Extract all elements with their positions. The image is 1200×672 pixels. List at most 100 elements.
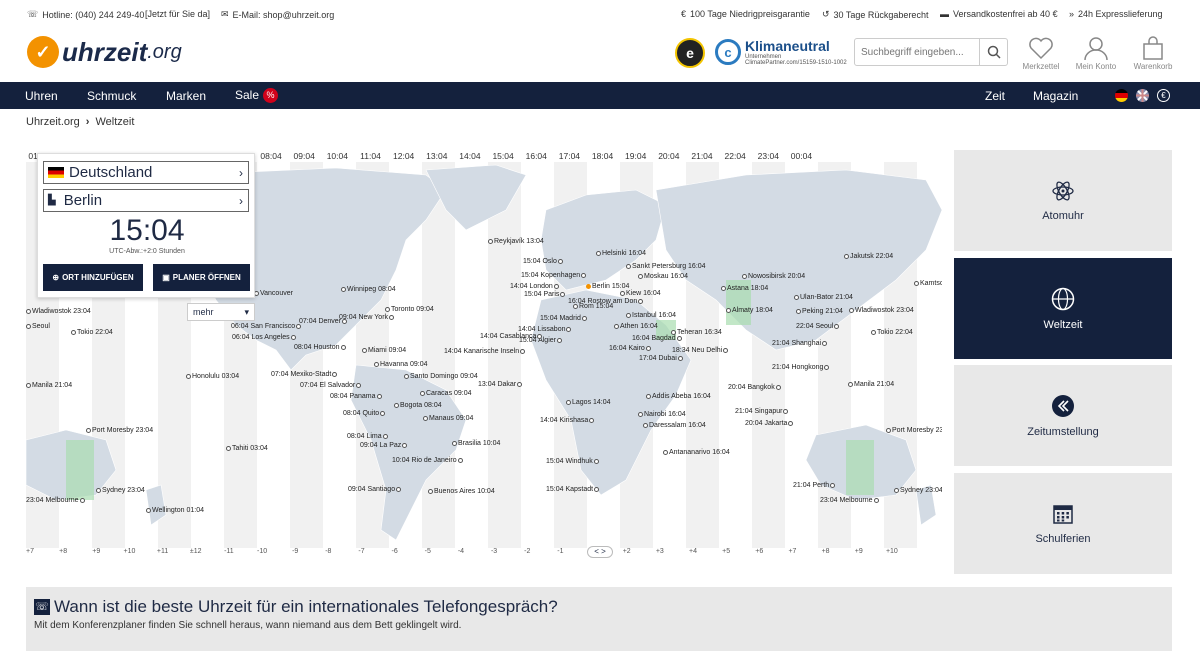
city-marker[interactable]: Sydney 23:04 — [96, 487, 145, 494]
nav-schmuck[interactable]: Schmuck — [87, 89, 136, 103]
city-marker[interactable]: 09:04 Santiago — [348, 486, 402, 493]
hotline[interactable]: ☏ Hotline: (040) 244 249-40 — [27, 9, 144, 20]
map-scroll-arrows[interactable]: < > — [587, 546, 613, 558]
city-marker[interactable]: Wladiwostok 23:04 — [849, 307, 914, 314]
city-marker[interactable]: Peking 21:04 — [796, 308, 843, 315]
city-marker[interactable]: 09:04 New York — [339, 314, 395, 321]
country-select[interactable]: Deutschland › — [43, 161, 249, 184]
nav-uhren[interactable]: Uhren — [25, 89, 58, 103]
city-marker[interactable]: 18:34 Neu Delhi — [672, 347, 729, 354]
city-marker[interactable]: Daressalam 16:04 — [643, 422, 706, 429]
city-marker[interactable]: 15:04 Oslo — [523, 258, 563, 265]
nav-zeit[interactable]: Zeit — [985, 89, 1005, 103]
city-marker[interactable]: 14:04 London — [510, 283, 559, 290]
city-marker[interactable]: Vancouver — [254, 290, 293, 297]
city-marker[interactable]: 21:04 Hongkong — [772, 364, 830, 371]
city-marker[interactable]: Athen 16:04 — [614, 323, 658, 330]
city-marker[interactable]: Miami 09:04 — [362, 347, 406, 354]
city-marker[interactable]: Berlin 15:04 — [586, 283, 629, 290]
city-marker[interactable]: Wladiwostok 23:04 — [26, 308, 91, 315]
city-marker[interactable]: 15:04 Madrid — [540, 315, 587, 322]
logo[interactable]: ✓ uhrzeit .org — [27, 36, 182, 68]
breadcrumb-home[interactable]: Uhrzeit.org — [26, 116, 80, 128]
city-marker[interactable]: Bogota 08:04 — [394, 402, 442, 409]
tile-weltzeit[interactable]: Weltzeit — [954, 258, 1172, 359]
city-marker[interactable]: 23:04 Melbourne — [820, 497, 879, 504]
tile-atomuhr[interactable]: Atomuhr — [954, 150, 1172, 251]
city-marker[interactable]: 21:04 Shanghai — [772, 340, 828, 347]
city-marker[interactable]: 14:04 Kirishasa — [540, 417, 595, 424]
city-marker[interactable]: 20:04 Jakarta — [745, 420, 794, 427]
city-marker[interactable]: 07:04 Mexiko-Stadt — [271, 371, 338, 378]
city-marker[interactable]: 15:04 Kapstadt — [546, 486, 600, 493]
search-button[interactable] — [979, 39, 1007, 65]
city-marker[interactable]: Brasilia 10:04 — [452, 440, 500, 447]
german-flag-icon[interactable] — [1115, 89, 1128, 102]
city-select[interactable]: ▙ Berlin › — [43, 189, 249, 212]
city-marker[interactable]: 15:04 Kopenhagen — [521, 272, 587, 279]
city-marker[interactable]: Havanna 09:04 — [374, 361, 427, 368]
city-marker[interactable]: Caracas 09:04 — [420, 390, 472, 397]
city-marker[interactable]: Moskau 16:04 — [638, 273, 688, 280]
city-marker[interactable]: Manila 21:04 — [848, 381, 894, 388]
klimaneutral-badge[interactable]: c Klimaneutral Unternehmen ClimatePartner.… — [715, 38, 847, 66]
wishlist-button[interactable]: Merkzettel — [1017, 36, 1065, 71]
city-marker[interactable]: 13:04 Dakar — [478, 381, 523, 388]
city-marker[interactable]: 20:04 Bangkok — [728, 384, 781, 391]
city-marker[interactable]: Seoul — [26, 323, 50, 330]
open-planner-button[interactable]: ▣ PLANER ÖFFNEN — [153, 264, 250, 291]
city-marker[interactable]: Santo Domingo 09:04 — [404, 373, 478, 380]
city-marker[interactable]: 16:04 Kairo — [609, 345, 651, 352]
city-marker[interactable]: Kamtsch — [914, 280, 942, 287]
city-marker[interactable]: 09:04 La Paz — [360, 442, 408, 449]
city-marker[interactable]: Addis Abeba 16:04 — [646, 393, 711, 400]
city-marker[interactable]: Manila 21:04 — [26, 382, 72, 389]
city-marker[interactable]: 15:04 Windhuk — [546, 458, 599, 465]
city-marker[interactable]: Rom 15:04 — [573, 303, 613, 310]
city-marker[interactable]: Istanbul 16:04 — [626, 312, 676, 319]
city-marker[interactable]: Sankt Petersburg 16:04 — [626, 263, 706, 270]
city-marker[interactable]: Port Moresby 23:04 — [86, 427, 153, 434]
city-marker[interactable]: 14:04 Casablanca — [480, 333, 543, 340]
city-marker[interactable]: Wellington 01:04 — [146, 507, 204, 514]
city-marker[interactable]: Nowosibirsk 20:04 — [742, 273, 805, 280]
city-marker[interactable]: Jakutsk 22:04 — [844, 253, 893, 260]
city-marker[interactable]: Lagos 14:04 — [566, 399, 611, 406]
city-marker[interactable]: 23:04 Melbourne — [26, 497, 85, 504]
nav-magazin[interactable]: Magazin — [1033, 89, 1078, 103]
city-marker[interactable]: Teheran 16:34 — [671, 329, 722, 336]
trusted-shops-badge[interactable]: e — [675, 38, 705, 68]
city-marker[interactable]: Helsinki 16:04 — [596, 250, 646, 257]
city-marker[interactable]: 08:04 Quito — [343, 410, 386, 417]
city-marker[interactable]: Reykjavík 13:04 — [488, 238, 544, 245]
city-marker[interactable]: Tahiti 03:04 — [226, 445, 268, 452]
city-marker[interactable]: 08:04 Lima — [347, 433, 388, 440]
city-marker[interactable]: Nairobi 16:04 — [638, 411, 686, 418]
city-marker[interactable]: Honolulu 03:04 — [186, 373, 239, 380]
more-select[interactable]: mehr ▾ — [187, 303, 255, 321]
city-marker[interactable]: 06:04 Los Angeles — [232, 334, 296, 341]
city-marker[interactable]: 07:04 El Salvador — [300, 382, 362, 389]
tile-zeitumstellung[interactable]: Zeitumstellung — [954, 365, 1172, 466]
city-marker[interactable]: Tokio 22:04 — [871, 329, 913, 336]
city-marker[interactable]: Toronto 09:04 — [385, 306, 434, 313]
city-marker[interactable]: 22:04 Seoul — [796, 323, 840, 330]
city-marker[interactable]: Port Moresby 23:04 — [886, 427, 942, 434]
nav-sale[interactable]: Sale% — [235, 88, 279, 104]
city-marker[interactable]: Buenos Aires 10:04 — [428, 488, 495, 495]
city-marker[interactable]: 14:04 Lissabon — [518, 326, 572, 333]
city-marker[interactable]: Almaty 18:04 — [726, 307, 773, 314]
city-marker[interactable]: 10:04 Rio de Janeiro — [392, 457, 463, 464]
city-marker[interactable]: Astana 18:04 — [721, 285, 768, 292]
uk-flag-icon[interactable] — [1136, 89, 1149, 102]
city-marker[interactable]: Kiew 16:04 — [620, 290, 661, 297]
cart-button[interactable]: Warenkorb — [1129, 36, 1177, 71]
city-marker[interactable]: Winnipeg 08:04 — [341, 286, 396, 293]
add-location-button[interactable]: ⊕ ORT HINZUFÜGEN — [43, 264, 143, 291]
city-marker[interactable]: 14:04 Kanarische Inseln — [444, 348, 526, 355]
search-input[interactable] — [855, 39, 979, 65]
account-button[interactable]: Mein Konto — [1072, 36, 1120, 71]
city-marker[interactable]: 17:04 Dubai — [639, 355, 683, 362]
city-marker[interactable]: 16:04 Bagdad — [632, 335, 682, 342]
city-marker[interactable]: Manaus 09:04 — [423, 415, 473, 422]
